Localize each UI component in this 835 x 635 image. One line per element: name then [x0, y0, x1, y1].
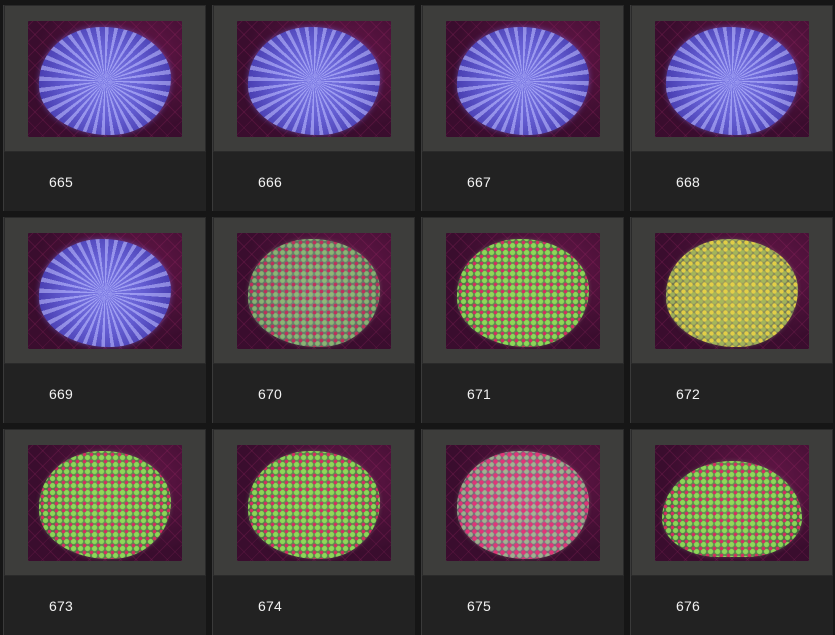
image-number: 671 — [467, 385, 491, 402]
coral-colony — [666, 238, 798, 347]
thumbnail-card[interactable]: 674 — [212, 429, 415, 635]
coral-photo[interactable] — [28, 232, 182, 349]
thumbnail-card[interactable]: 667 — [421, 5, 624, 211]
thumbnail-frame[interactable] — [4, 217, 206, 364]
coral-colony — [39, 26, 171, 135]
thumbnail-frame[interactable] — [213, 217, 415, 364]
image-number: 673 — [49, 597, 73, 614]
coral-photo[interactable] — [237, 20, 391, 137]
thumbnail-frame[interactable] — [631, 217, 833, 364]
coral-colony — [248, 26, 380, 135]
thumbnail-card[interactable]: 673 — [3, 429, 206, 635]
thumbnail-frame[interactable] — [422, 429, 624, 576]
coral-photo[interactable] — [446, 444, 600, 561]
thumbnail-frame[interactable] — [4, 429, 206, 576]
thumbnail-card[interactable]: 670 — [212, 217, 415, 423]
coral-photo[interactable] — [655, 20, 809, 137]
thumbnail-card[interactable]: 675 — [421, 429, 624, 635]
coral-photo[interactable] — [446, 232, 600, 349]
image-number: 674 — [258, 597, 282, 614]
thumbnail-card[interactable]: 676 — [630, 429, 833, 635]
thumbnail-card[interactable]: 672 — [630, 217, 833, 423]
thumbnail-frame[interactable] — [631, 429, 833, 576]
image-number: 672 — [676, 385, 700, 402]
coral-photo[interactable] — [655, 444, 809, 561]
coral-colony — [457, 26, 589, 135]
image-number: 669 — [49, 385, 73, 402]
thumbnail-card[interactable]: 671 — [421, 217, 624, 423]
coral-colony — [248, 238, 380, 347]
coral-colony — [666, 26, 798, 135]
coral-photo[interactable] — [237, 232, 391, 349]
coral-colony — [457, 238, 589, 347]
coral-colony — [457, 450, 589, 559]
thumbnail-frame[interactable] — [213, 5, 415, 152]
thumbnail-card[interactable]: 669 — [3, 217, 206, 423]
image-number: 670 — [258, 385, 282, 402]
thumbnail-frame[interactable] — [213, 429, 415, 576]
thumbnail-grid: 665 666 667 668 669 670 671 672 673 674 … — [0, 0, 835, 635]
coral-photo[interactable] — [446, 20, 600, 137]
thumbnail-card[interactable]: 665 — [3, 5, 206, 211]
image-number: 666 — [258, 173, 282, 190]
image-number: 675 — [467, 597, 491, 614]
coral-colony — [39, 450, 171, 559]
coral-photo[interactable] — [28, 444, 182, 561]
thumbnail-card[interactable]: 668 — [630, 5, 833, 211]
image-number: 668 — [676, 173, 700, 190]
thumbnail-frame[interactable] — [4, 5, 206, 152]
coral-colony — [39, 238, 171, 347]
thumbnail-frame[interactable] — [422, 5, 624, 152]
coral-colony — [662, 461, 802, 558]
thumbnail-frame[interactable] — [631, 5, 833, 152]
coral-photo[interactable] — [237, 444, 391, 561]
thumbnail-frame[interactable] — [422, 217, 624, 364]
coral-photo[interactable] — [28, 20, 182, 137]
image-number: 676 — [676, 597, 700, 614]
coral-photo[interactable] — [655, 232, 809, 349]
image-number: 667 — [467, 173, 491, 190]
thumbnail-card[interactable]: 666 — [212, 5, 415, 211]
image-number: 665 — [49, 173, 73, 190]
coral-colony — [248, 450, 380, 559]
